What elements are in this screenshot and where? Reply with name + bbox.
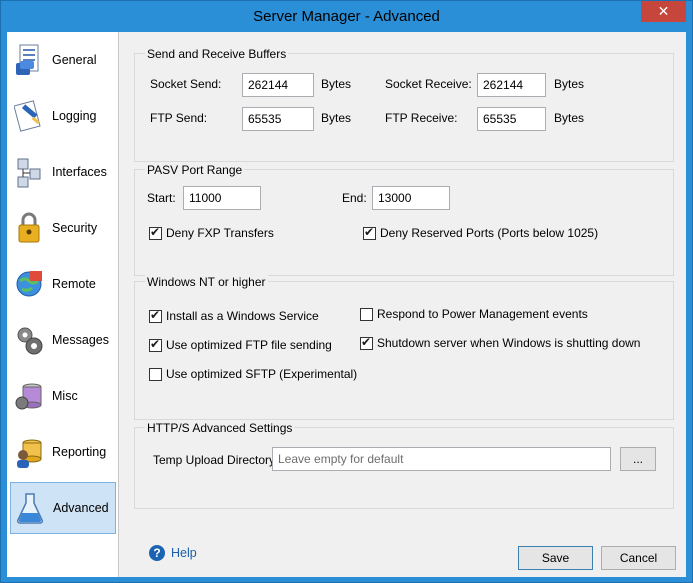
ftp-send-input[interactable]: 65535 — [242, 107, 314, 131]
general-icon — [14, 43, 44, 77]
lock-icon — [14, 211, 44, 245]
socket-send-input[interactable]: 262144 — [242, 73, 314, 97]
sidebar-item-label: Reporting — [52, 445, 107, 459]
sidebar-item-interfaces[interactable]: Interfaces — [10, 146, 116, 198]
app-window: Server Manager - Advanced ✕ General Logg… — [0, 0, 693, 583]
group-title: Windows NT or higher — [145, 275, 268, 289]
sidebar-item-label: Logging — [52, 109, 97, 123]
sidebar-item-advanced[interactable]: Advanced — [10, 482, 116, 534]
checkbox-label: Deny Reserved Ports (Ports below 1025) — [380, 226, 599, 240]
checkbox-box[interactable] — [363, 225, 376, 240]
group-title: HTTP/S Advanced Settings — [145, 421, 295, 435]
install-service-checkbox[interactable]: Install as a Windows Service — [149, 308, 319, 323]
pasv-start-label: Start: — [147, 191, 176, 205]
misc-icon — [14, 379, 44, 413]
sidebar-item-label: Security — [52, 221, 98, 235]
pasv-end-input[interactable]: 13000 — [372, 186, 450, 210]
checkbox-label: Respond to Power Management events — [377, 307, 588, 321]
optimized-sftp-checkbox[interactable]: Use optimized SFTP (Experimental) — [149, 367, 357, 381]
browse-button[interactable]: ... — [620, 447, 656, 471]
checkbox-label: Install as a Windows Service — [166, 309, 319, 323]
checkbox-label: Use optimized FTP file sending — [166, 338, 332, 352]
checkbox-box[interactable] — [360, 307, 373, 321]
upload-dir-label: Temp Upload Directory: — [153, 453, 279, 467]
https-group: HTTP/S Advanced Settings Temp Upload Dir… — [134, 421, 674, 509]
checkbox-box[interactable] — [149, 337, 162, 352]
buffers-group: Send and Receive Buffers Socket Send: 26… — [134, 47, 674, 162]
checkbox-box[interactable] — [149, 225, 162, 240]
group-title: Send and Receive Buffers — [145, 47, 289, 61]
sidebar-item-logging[interactable]: Logging — [10, 90, 116, 142]
help-link[interactable]: ? Help — [149, 545, 197, 561]
advanced-settings-panel: Send and Receive Buffers Socket Send: 26… — [130, 32, 686, 577]
gear-icon — [14, 323, 44, 357]
sidebar: General Logging Interfaces Security Remo… — [7, 32, 119, 577]
socket-send-unit: Bytes — [321, 77, 352, 91]
deny-fxp-checkbox[interactable]: Deny FXP Transfers — [149, 225, 274, 240]
sidebar-item-label: Interfaces — [52, 165, 107, 179]
ftp-send-label: FTP Send: — [150, 111, 208, 125]
socket-receive-label: Socket Receive: — [385, 77, 472, 91]
checkbox-label: Use optimized SFTP (Experimental) — [166, 367, 358, 381]
socket-receive-input[interactable]: 262144 — [477, 73, 546, 97]
interfaces-icon — [14, 155, 44, 189]
close-button[interactable]: ✕ — [641, 1, 686, 22]
shutdown-server-checkbox[interactable]: Shutdown server when Windows is shutting… — [360, 335, 641, 350]
close-icon: ✕ — [657, 3, 670, 19]
upload-dir-input[interactable]: Leave empty for default — [272, 447, 611, 471]
save-button[interactable]: Save — [518, 546, 593, 570]
group-title: PASV Port Range — [145, 163, 245, 177]
ftp-receive-unit: Bytes — [554, 111, 585, 125]
socket-receive-unit: Bytes — [554, 77, 585, 91]
checkbox-label: Shutdown server when Windows is shutting… — [377, 336, 641, 350]
sidebar-item-security[interactable]: Security — [10, 202, 116, 254]
sidebar-item-label: General — [52, 53, 97, 67]
sidebar-item-misc[interactable]: Misc — [10, 370, 116, 422]
sidebar-item-label: Messages — [52, 333, 109, 347]
reporting-icon — [14, 435, 44, 469]
dialog-client-area: General Logging Interfaces Security Remo… — [7, 32, 686, 577]
window-title: Server Manager - Advanced — [253, 8, 440, 25]
ftp-send-unit: Bytes — [321, 111, 352, 125]
flask-icon — [15, 491, 45, 525]
windows-group: Windows NT or higher Install as a Window… — [134, 275, 674, 420]
checkbox-box[interactable] — [149, 367, 162, 381]
sidebar-item-label: Advanced — [53, 501, 109, 515]
ftp-receive-input[interactable]: 65535 — [477, 107, 546, 131]
help-icon: ? — [149, 545, 165, 561]
sidebar-item-label: Remote — [52, 277, 96, 291]
optimized-ftp-checkbox[interactable]: Use optimized FTP file sending — [149, 337, 332, 352]
help-label: Help — [171, 546, 197, 560]
pasv-start-input[interactable]: 11000 — [183, 186, 261, 210]
sidebar-item-remote[interactable]: Remote — [10, 258, 116, 310]
checkbox-box[interactable] — [360, 335, 373, 350]
remote-icon — [14, 267, 44, 301]
pasv-group: PASV Port Range Start: 11000 End: 13000 … — [134, 163, 674, 276]
pasv-end-label: End: — [342, 191, 367, 205]
checkbox-label: Deny FXP Transfers — [166, 226, 274, 240]
sidebar-item-messages[interactable]: Messages — [10, 314, 116, 366]
socket-send-label: Socket Send: — [150, 77, 222, 91]
logging-icon — [13, 99, 44, 133]
cancel-button[interactable]: Cancel — [601, 546, 676, 570]
sidebar-item-reporting[interactable]: Reporting — [10, 426, 116, 478]
sidebar-item-general[interactable]: General — [10, 34, 116, 86]
checkbox-box[interactable] — [149, 308, 162, 323]
ftp-receive-label: FTP Receive: — [385, 111, 458, 125]
deny-reserved-ports-checkbox[interactable]: Deny Reserved Ports (Ports below 1025) — [363, 225, 599, 240]
sidebar-item-label: Misc — [52, 389, 78, 403]
power-management-checkbox[interactable]: Respond to Power Management events — [360, 307, 588, 321]
